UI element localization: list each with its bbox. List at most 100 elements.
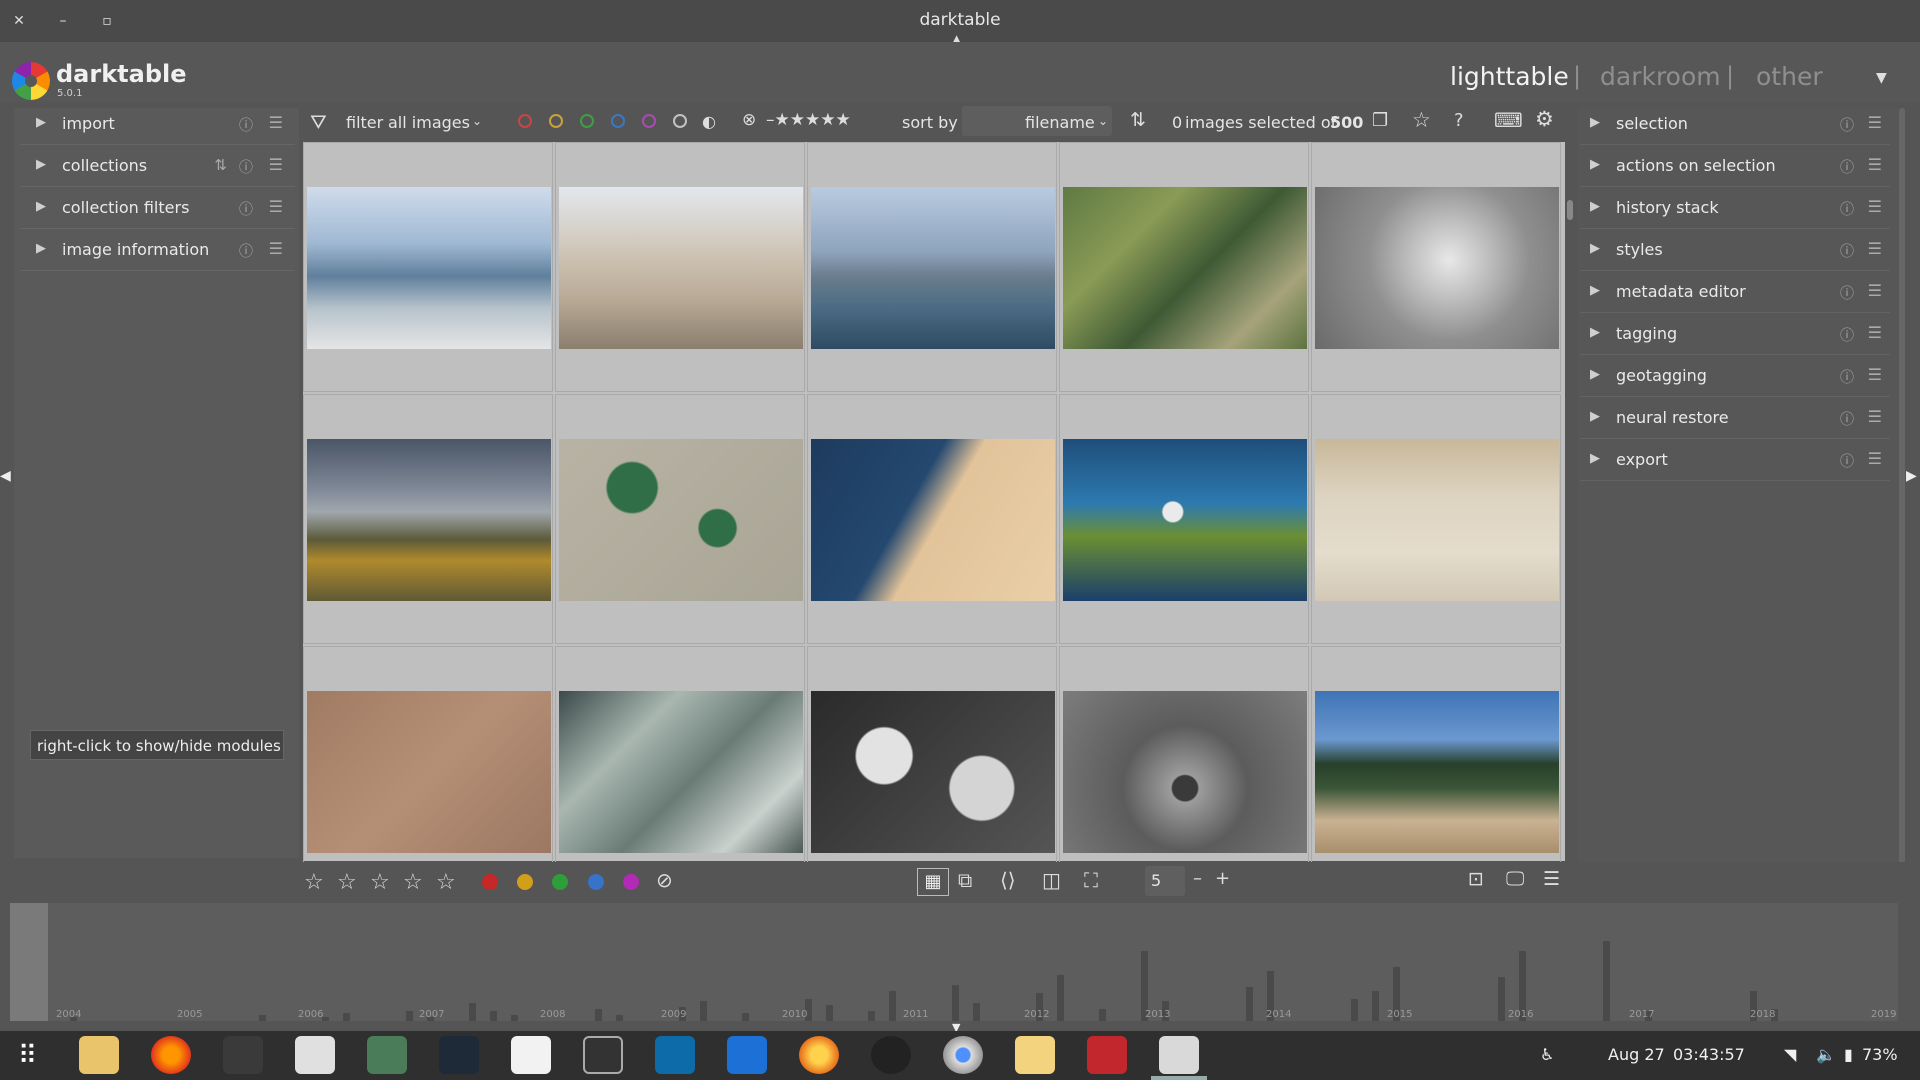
reset-icon[interactable]: ⓘ [239,241,253,261]
thumbnail-birds-lake[interactable] [1315,439,1559,601]
module-actions-on-selection[interactable]: ▶ actions on selection ⓘ ☰ [1580,146,1890,187]
calendar-app-icon[interactable] [295,1036,335,1074]
expand-arrow-icon[interactable]: ▶ [1590,451,1600,466]
steam-app-icon[interactable] [871,1036,911,1074]
module-styles[interactable]: ▶ styles ⓘ ☰ [1580,230,1890,271]
preferences-gear-icon[interactable]: ⚙ [1535,107,1554,131]
rating-star-5-icon[interactable]: ☆ [436,870,456,895]
module-history-stack[interactable]: ▶ history stack ⓘ ☰ [1580,188,1890,229]
reset-icon[interactable]: ⓘ [1840,409,1854,429]
expand-arrow-icon[interactable]: ▶ [1590,367,1600,382]
expand-arrow-icon[interactable]: ▶ [1590,409,1600,424]
module-collections[interactable]: ▶ collections ⇅ ⓘ ☰ [20,146,295,187]
system-monitor-app-icon[interactable] [655,1036,695,1074]
firefox-app-icon[interactable] [151,1036,191,1074]
terminal-app-icon[interactable] [439,1036,479,1074]
presets-menu-icon[interactable]: ☰ [269,113,283,132]
expand-arrow-icon[interactable]: ▶ [1590,199,1600,214]
thumbnail-crop-circles[interactable] [559,439,803,601]
rating-star-3-icon[interactable]: ☆ [370,870,390,895]
timeline-selection[interactable] [10,903,48,1021]
thumbnail-cell[interactable] [303,142,553,392]
thumbnail-colosseum-pines[interactable] [1315,691,1559,853]
module-collection-filters[interactable]: ▶ collection filters ⓘ ☰ [20,188,295,229]
rating-star-4-icon[interactable]: ☆ [403,870,423,895]
thumbnail-cell[interactable] [807,394,1057,644]
color-filter-4[interactable] [611,114,625,128]
reset-icon[interactable]: ⓘ [1840,199,1854,219]
reset-icon[interactable]: ⓘ [1840,367,1854,387]
filter-icon[interactable]: ⛛ [310,110,327,134]
expand-arrow-icon[interactable]: ▶ [1590,115,1600,130]
color-label-green[interactable] [552,874,568,890]
zoomable-layout-icon[interactable]: ⧉ [958,868,972,892]
presets-menu-icon[interactable]: ☰ [1868,449,1882,468]
color-label-blue[interactable] [588,874,604,890]
compare-layout-icon[interactable]: ◫ [1042,868,1061,892]
presets-menu-icon[interactable]: ☰ [1868,239,1882,258]
thumbnail-city-aerial[interactable] [1063,691,1307,853]
thumbnail-cell[interactable] [807,142,1057,392]
module-metadata-editor[interactable]: ▶ metadata editor ⓘ ☰ [1580,272,1890,313]
archive-app-icon[interactable] [1015,1036,1055,1074]
reject-icon[interactable]: ⊗ [742,110,756,130]
presets-menu-icon[interactable]: ☰ [1868,281,1882,300]
expand-arrow-icon[interactable]: ▶ [36,199,46,214]
thumbnail-cell[interactable] [1059,142,1309,392]
overlays-star-icon[interactable]: ☆ [1412,108,1431,132]
timeline[interactable] [10,903,1898,1021]
thumbnail-airplane-boneyard[interactable] [307,691,551,853]
filemanager-layout-icon[interactable]: ▦ [917,868,949,896]
reset-icon[interactable]: ⓘ [1840,283,1854,303]
decrease-button[interactable]: – [1193,868,1202,889]
calculator-app-icon[interactable] [367,1036,407,1074]
color-label-yellow[interactable] [517,874,533,890]
presets-menu-icon[interactable]: ☰ [1868,323,1882,342]
thumbnail-ice-floes[interactable] [811,691,1055,853]
reset-icon[interactable]: ⓘ [1840,451,1854,471]
module-image-information[interactable]: ▶ image information ⓘ ☰ [20,230,295,271]
thumbnail-istanbul-domes[interactable] [307,187,551,349]
expand-arrow-icon[interactable]: ▶ [36,115,46,130]
presets-menu-icon[interactable]: ☰ [1868,113,1882,132]
reset-icon[interactable]: ⓘ [1840,241,1854,261]
color-filter-5[interactable] [642,114,656,128]
screenshot-app-icon[interactable] [583,1036,623,1074]
color-label-purple[interactable] [623,874,639,890]
thumbnail-cell[interactable] [555,142,805,392]
thumbnail-cell[interactable] [555,646,805,896]
increase-button[interactable]: + [1215,868,1230,889]
color-filter-6[interactable] [673,114,687,128]
presets-menu-icon[interactable]: ☰ [1868,197,1882,216]
thumbnail-cell[interactable] [1311,646,1561,896]
sort-icon[interactable]: ⇅ [214,156,227,174]
thumbnail-cell[interactable] [303,394,553,644]
expand-arrow-icon[interactable]: ▶ [1590,283,1600,298]
views-dropdown-icon[interactable]: ▼ [1876,70,1887,86]
help-icon[interactable]: ? [1454,110,1464,131]
thumbnail-coast-desert[interactable] [811,439,1055,601]
display-profile-icon[interactable]: 🖵 [1506,868,1524,890]
filter-dropdown[interactable]: all images [388,113,470,132]
module-neural-restore[interactable]: ▶ neural restore ⓘ ☰ [1580,398,1890,439]
view-darkroom[interactable]: darkroom [1600,62,1721,91]
thumbnail-snowy-mountains[interactable] [559,691,803,853]
volume-icon[interactable]: 🔈 [1816,1045,1836,1064]
module-geotagging[interactable]: ▶ geotagging ⓘ ☰ [1580,356,1890,397]
module-import[interactable]: ▶ import ⓘ ☰ [20,104,295,145]
thumbnail-duck-water[interactable] [1063,439,1307,601]
expand-arrow-icon[interactable]: ▶ [36,241,46,256]
module-export[interactable]: ▶ export ⓘ ☰ [1580,440,1890,481]
accessibility-icon[interactable]: ♿ [1540,1045,1554,1064]
reset-icon[interactable]: ⓘ [239,115,253,135]
thumbnail-cell[interactable] [807,646,1057,896]
thumbnail-istanbul-skyline[interactable] [811,187,1055,349]
module-tagging[interactable]: ▶ tagging ⓘ ☰ [1580,314,1890,355]
thumbnail-aerial-green-river[interactable] [1063,187,1307,349]
expand-arrow-icon[interactable]: ▶ [1590,157,1600,172]
thumbnail-cell[interactable] [1311,394,1561,644]
thumbnail-cell[interactable] [1311,142,1561,392]
presets-menu-icon[interactable]: ☰ [1868,155,1882,174]
settings-app-icon[interactable] [1159,1036,1199,1074]
keyboard-shortcuts-icon[interactable]: ⌨ [1494,108,1523,132]
